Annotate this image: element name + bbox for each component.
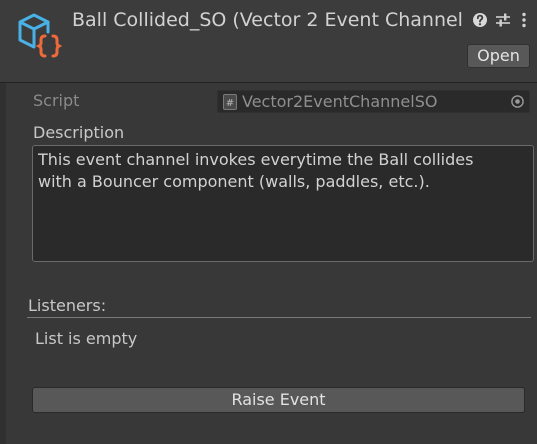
script-label: Script	[33, 91, 80, 110]
description-textarea[interactable]: This event channel invokes everytime the…	[32, 145, 534, 262]
listeners-divider	[27, 317, 531, 318]
raise-event-button[interactable]: Raise Event	[32, 387, 525, 413]
description-label: Description	[33, 123, 125, 142]
left-gutter	[0, 83, 6, 444]
kebab-menu-icon[interactable]	[519, 11, 529, 29]
scriptable-object-icon	[18, 13, 63, 58]
script-object-field[interactable]: # Vector2EventChannelSO	[217, 90, 530, 113]
svg-text:#: #	[226, 98, 234, 109]
listeners-empty-text: List is empty	[35, 329, 138, 348]
preset-sliders-icon[interactable]	[495, 11, 511, 29]
object-picker-icon[interactable]	[510, 94, 525, 109]
help-icon[interactable]	[472, 11, 488, 29]
listeners-label: Listeners:	[28, 296, 107, 315]
open-button[interactable]: Open	[467, 44, 530, 68]
inspector-header: Ball Collided_SO (Vector 2 Event Channel…	[0, 0, 537, 83]
csharp-script-icon: #	[223, 94, 237, 110]
script-value: Vector2EventChannelSO	[242, 92, 438, 111]
asset-title: Ball Collided_SO (Vector 2 Event Channel	[72, 9, 463, 31]
